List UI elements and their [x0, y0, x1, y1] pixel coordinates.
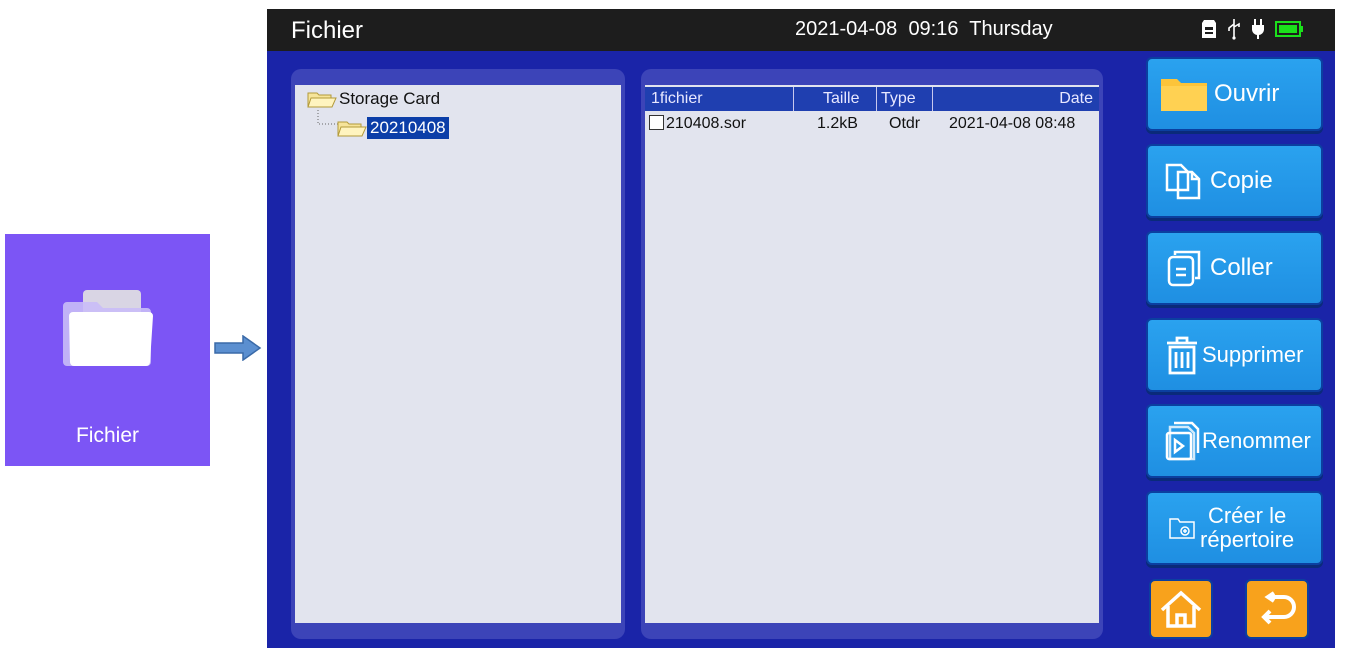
col-header-name[interactable]: 1fichier — [651, 90, 703, 108]
open-label: Ouvrir — [1214, 80, 1280, 107]
file-list: 1fichier Taille Type Date 210408.sor 1.2… — [645, 85, 1099, 623]
folder-icon — [1160, 76, 1208, 112]
file-name-cell: 210408.sor — [649, 115, 746, 133]
col-header-date[interactable]: Date — [1059, 90, 1093, 108]
col-header-size[interactable]: Taille — [823, 90, 859, 108]
usb-icon — [1228, 19, 1240, 40]
file-row[interactable]: 210408.sor 1.2kB Otdr 2021-04-08 08:48 — [645, 113, 1099, 135]
arrow-right-icon — [214, 335, 262, 361]
rename-icon — [1162, 421, 1202, 461]
app-tile-label: Fichier — [75, 424, 139, 447]
copy-label: Copie — [1210, 167, 1273, 194]
battery-icon — [1275, 21, 1303, 37]
file-date: 2021-04-08 08:48 — [949, 115, 1076, 132]
tree-item-storage-card[interactable]: Storage Card — [307, 89, 440, 109]
row-checkbox[interactable] — [649, 115, 664, 130]
paste-button[interactable]: Coller — [1146, 231, 1323, 305]
paste-label: Coller — [1210, 254, 1273, 281]
sd-card-icon — [1202, 20, 1216, 38]
back-icon — [1261, 591, 1296, 625]
delete-button[interactable]: Supprimer — [1146, 318, 1323, 392]
device-screen: Fichier 2021-04-08 09:16 Thursday Storag… — [267, 9, 1335, 648]
create-folder-button[interactable]: Créer le répertoire — [1146, 491, 1323, 565]
file-list-header: 1fichier Taille Type Date — [645, 87, 1099, 111]
create-folder-line2: répertoire — [1200, 527, 1295, 552]
rename-button[interactable]: Renommer — [1146, 404, 1323, 478]
file-name: 210408.sor — [666, 115, 747, 132]
home-button[interactable] — [1149, 579, 1213, 639]
open-button[interactable]: Ouvrir — [1146, 57, 1323, 131]
trash-icon — [1162, 335, 1202, 375]
delete-label: Supprimer — [1202, 342, 1304, 367]
status-bar: Fichier 2021-04-08 09:16 Thursday — [267, 9, 1335, 51]
copy-button[interactable]: Copie — [1146, 144, 1323, 218]
back-button[interactable] — [1245, 579, 1309, 639]
file-type: Otdr — [889, 115, 921, 132]
paste-icon — [1158, 249, 1210, 287]
home-icon — [1160, 590, 1202, 628]
date-text: 2021-04-08 — [795, 18, 898, 40]
folder-icon — [63, 290, 153, 366]
time-text: 09:16 — [908, 18, 959, 40]
status-icons — [1201, 18, 1305, 40]
folder-tree: Storage Card 20210408 — [295, 85, 621, 623]
app-tile-fichier[interactable]: Fichier — [5, 234, 210, 466]
create-folder-label: Créer le répertoire — [1200, 504, 1294, 552]
file-size: 1.2kB — [817, 115, 858, 132]
col-header-type[interactable]: Type — [881, 90, 916, 108]
tree-label-root: Storage Card — [339, 89, 441, 108]
tree-item-20210408[interactable]: 20210408 — [337, 117, 449, 139]
tree-label-selected: 20210408 — [367, 117, 449, 139]
folder-open-icon — [337, 121, 367, 137]
folder-tree-panel: Storage Card 20210408 — [291, 69, 625, 639]
copy-icon — [1158, 161, 1210, 201]
weekday-text: Thursday — [969, 18, 1053, 40]
file-list-panel: 1fichier Taille Type Date 210408.sor 1.2… — [641, 69, 1103, 639]
new-folder-icon — [1164, 517, 1200, 539]
page-title: Fichier — [291, 17, 364, 44]
datetime: 2021-04-08 09:16 Thursday — [795, 18, 1053, 41]
rename-label: Renommer — [1202, 428, 1311, 453]
create-folder-line1: Créer le — [1207, 503, 1287, 528]
power-plug-icon — [1252, 19, 1264, 39]
folder-open-icon — [307, 92, 337, 108]
